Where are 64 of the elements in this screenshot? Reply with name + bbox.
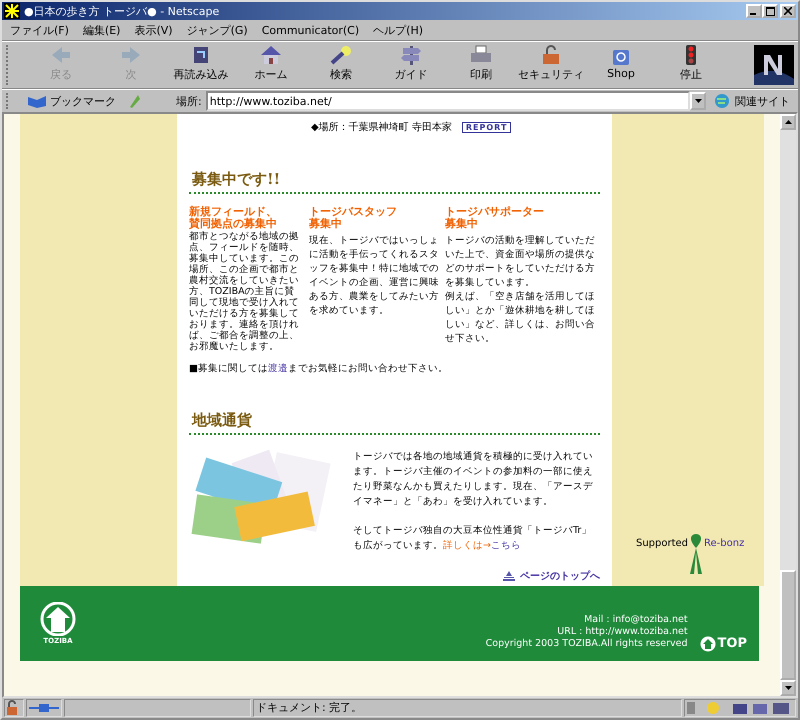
scroll-up-icon[interactable] — [784, 120, 792, 124]
currency-text: トージバでは各地の地域通貨を積極的に受け入れています。トージバ主催のイベントの参加料の一部に使えたり野菜なんかも買えたりします。現在、「アースデイマネー」と「あわ」を受け入れています。 — [353, 450, 594, 509]
section-heading: 地域通貨 — [189, 411, 600, 435]
details-label: 詳しくは→ — [443, 540, 491, 551]
url-text: URL : http://www.toziba.net — [557, 626, 688, 638]
currency-text: そしてトージバ独自の大豆本位性通貨「トージバTr」も広がっています。詳しくは→こちら — [353, 524, 592, 553]
status-text: ドキュメント: 完了。 — [253, 699, 682, 717]
close-icon — [784, 7, 792, 15]
toolbar-button[interactable]: 検索 — [306, 44, 376, 86]
home-icon — [700, 636, 716, 652]
menu-item[interactable]: Communicator(C) — [262, 24, 360, 36]
recruit-text: トージバの活動を理解していただいた上で、資金面や場所の提供などのサポートをしていただける方を募集しています。 — [445, 234, 596, 290]
maximize-button[interactable] — [762, 4, 778, 18]
menu-item[interactable]: ジャンプ(G) — [186, 22, 248, 38]
copyright-text: Copyright 2003 TOZIBA.All rights reserved — [486, 638, 688, 650]
event-place-text: ◆場所：千葉県神埼町 寺田本家 — [311, 120, 452, 134]
recruit-title: トージバサポーター 募集中 — [445, 206, 545, 230]
related-sites-button[interactable]: 関連サイト — [710, 93, 798, 109]
contact-note: ■募集に関しては渡邉 までお気軽にお問い合わせ下さい。 — [189, 362, 449, 375]
menu-item[interactable]: ヘルプ(H) — [373, 22, 424, 38]
search-icon — [328, 44, 354, 66]
toolbar-button[interactable]: 印刷 — [446, 44, 516, 86]
sponsor-link[interactable]: Re-bonz — [704, 538, 744, 549]
maximize-icon — [766, 6, 774, 16]
top-link[interactable]: TOP — [700, 636, 747, 652]
report-link[interactable]: REPORT — [462, 122, 512, 132]
browser-logo-icon — [754, 45, 794, 85]
pyramid-icon — [503, 571, 515, 581]
browser-logo-icon — [4, 3, 20, 19]
location-label: 場所: — [176, 94, 202, 108]
toolbar-button[interactable]: ガイド — [376, 44, 446, 86]
menu-item[interactable]: 編集(E) — [82, 22, 120, 38]
section-heading: 募集中です!! — [189, 170, 600, 194]
caret-down-icon — [694, 99, 702, 103]
toolbar-button[interactable]: 停止 — [656, 44, 726, 86]
recruit-title: 新規フィールド、 賛同拠点の募集中 — [189, 206, 278, 230]
scroll-down-icon[interactable] — [784, 686, 792, 690]
component-bar-drawing[interactable] — [684, 699, 796, 717]
toolbar-button[interactable]: 再読み込み — [166, 44, 236, 86]
toolbar-button[interactable]: Shop — [586, 44, 656, 86]
scroll-thumb[interactable] — [780, 570, 796, 680]
toolbar-button[interactable]: ホーム — [236, 44, 306, 86]
toolbar-button[interactable]: セキュリティ — [516, 44, 586, 86]
vertical-scrollbar[interactable] — [780, 114, 796, 696]
close-button[interactable] — [780, 4, 796, 18]
minimize-button[interactable] — [746, 4, 762, 18]
page-top-link[interactable]: ページのトップへ — [503, 569, 600, 583]
menu-item[interactable]: 表示(V) — [134, 22, 173, 38]
details-link[interactable]: こちら — [490, 540, 521, 551]
window-title: ●日本の歩き方 トージバ● - Netscape — [24, 4, 220, 18]
dropdown-button[interactable] — [690, 92, 706, 110]
menu-item[interactable]: ファイル(F) — [10, 22, 69, 38]
globe-icon — [714, 93, 732, 109]
recruit-text: 現在、トージバではいっしょに活動を手伝ってくれるスタッフを募集中！特に地域でのイベントの企画、運営に興味ある方、農業をしてみたい方を求めています。 — [309, 234, 439, 318]
house-logo-icon — [38, 602, 78, 636]
ribbon-icon — [689, 534, 704, 574]
recruit-text: 都市とつながる地域の拠点、フィールドを随時、募集中しています。この場所、この企画で都市と農村交流をしていきたい方、TOZIBAの主旨に賛同して現地で受け入れていただける方を募集しております。連絡を頂ければ、ご都合を調整の上、お邪魔いたします。 — [189, 231, 300, 352]
url-field[interactable]: http://www.toziba.net/ — [206, 91, 690, 111]
mail-text: Mail : info@toziba.net — [584, 614, 688, 626]
bookmarks-button[interactable]: ブックマーク — [20, 93, 122, 109]
recruit-title: トージバスタッフ 募集中 — [309, 206, 398, 230]
contact-link[interactable]: 渡邉 — [268, 363, 288, 374]
recruit-text: 例えば、「空き店舗を活用してほしい」とか「遊休耕地を耕してほしい」など、詳しくは、お問い合せ下さい。 — [445, 290, 596, 346]
supported-label: Supported — [636, 538, 688, 549]
